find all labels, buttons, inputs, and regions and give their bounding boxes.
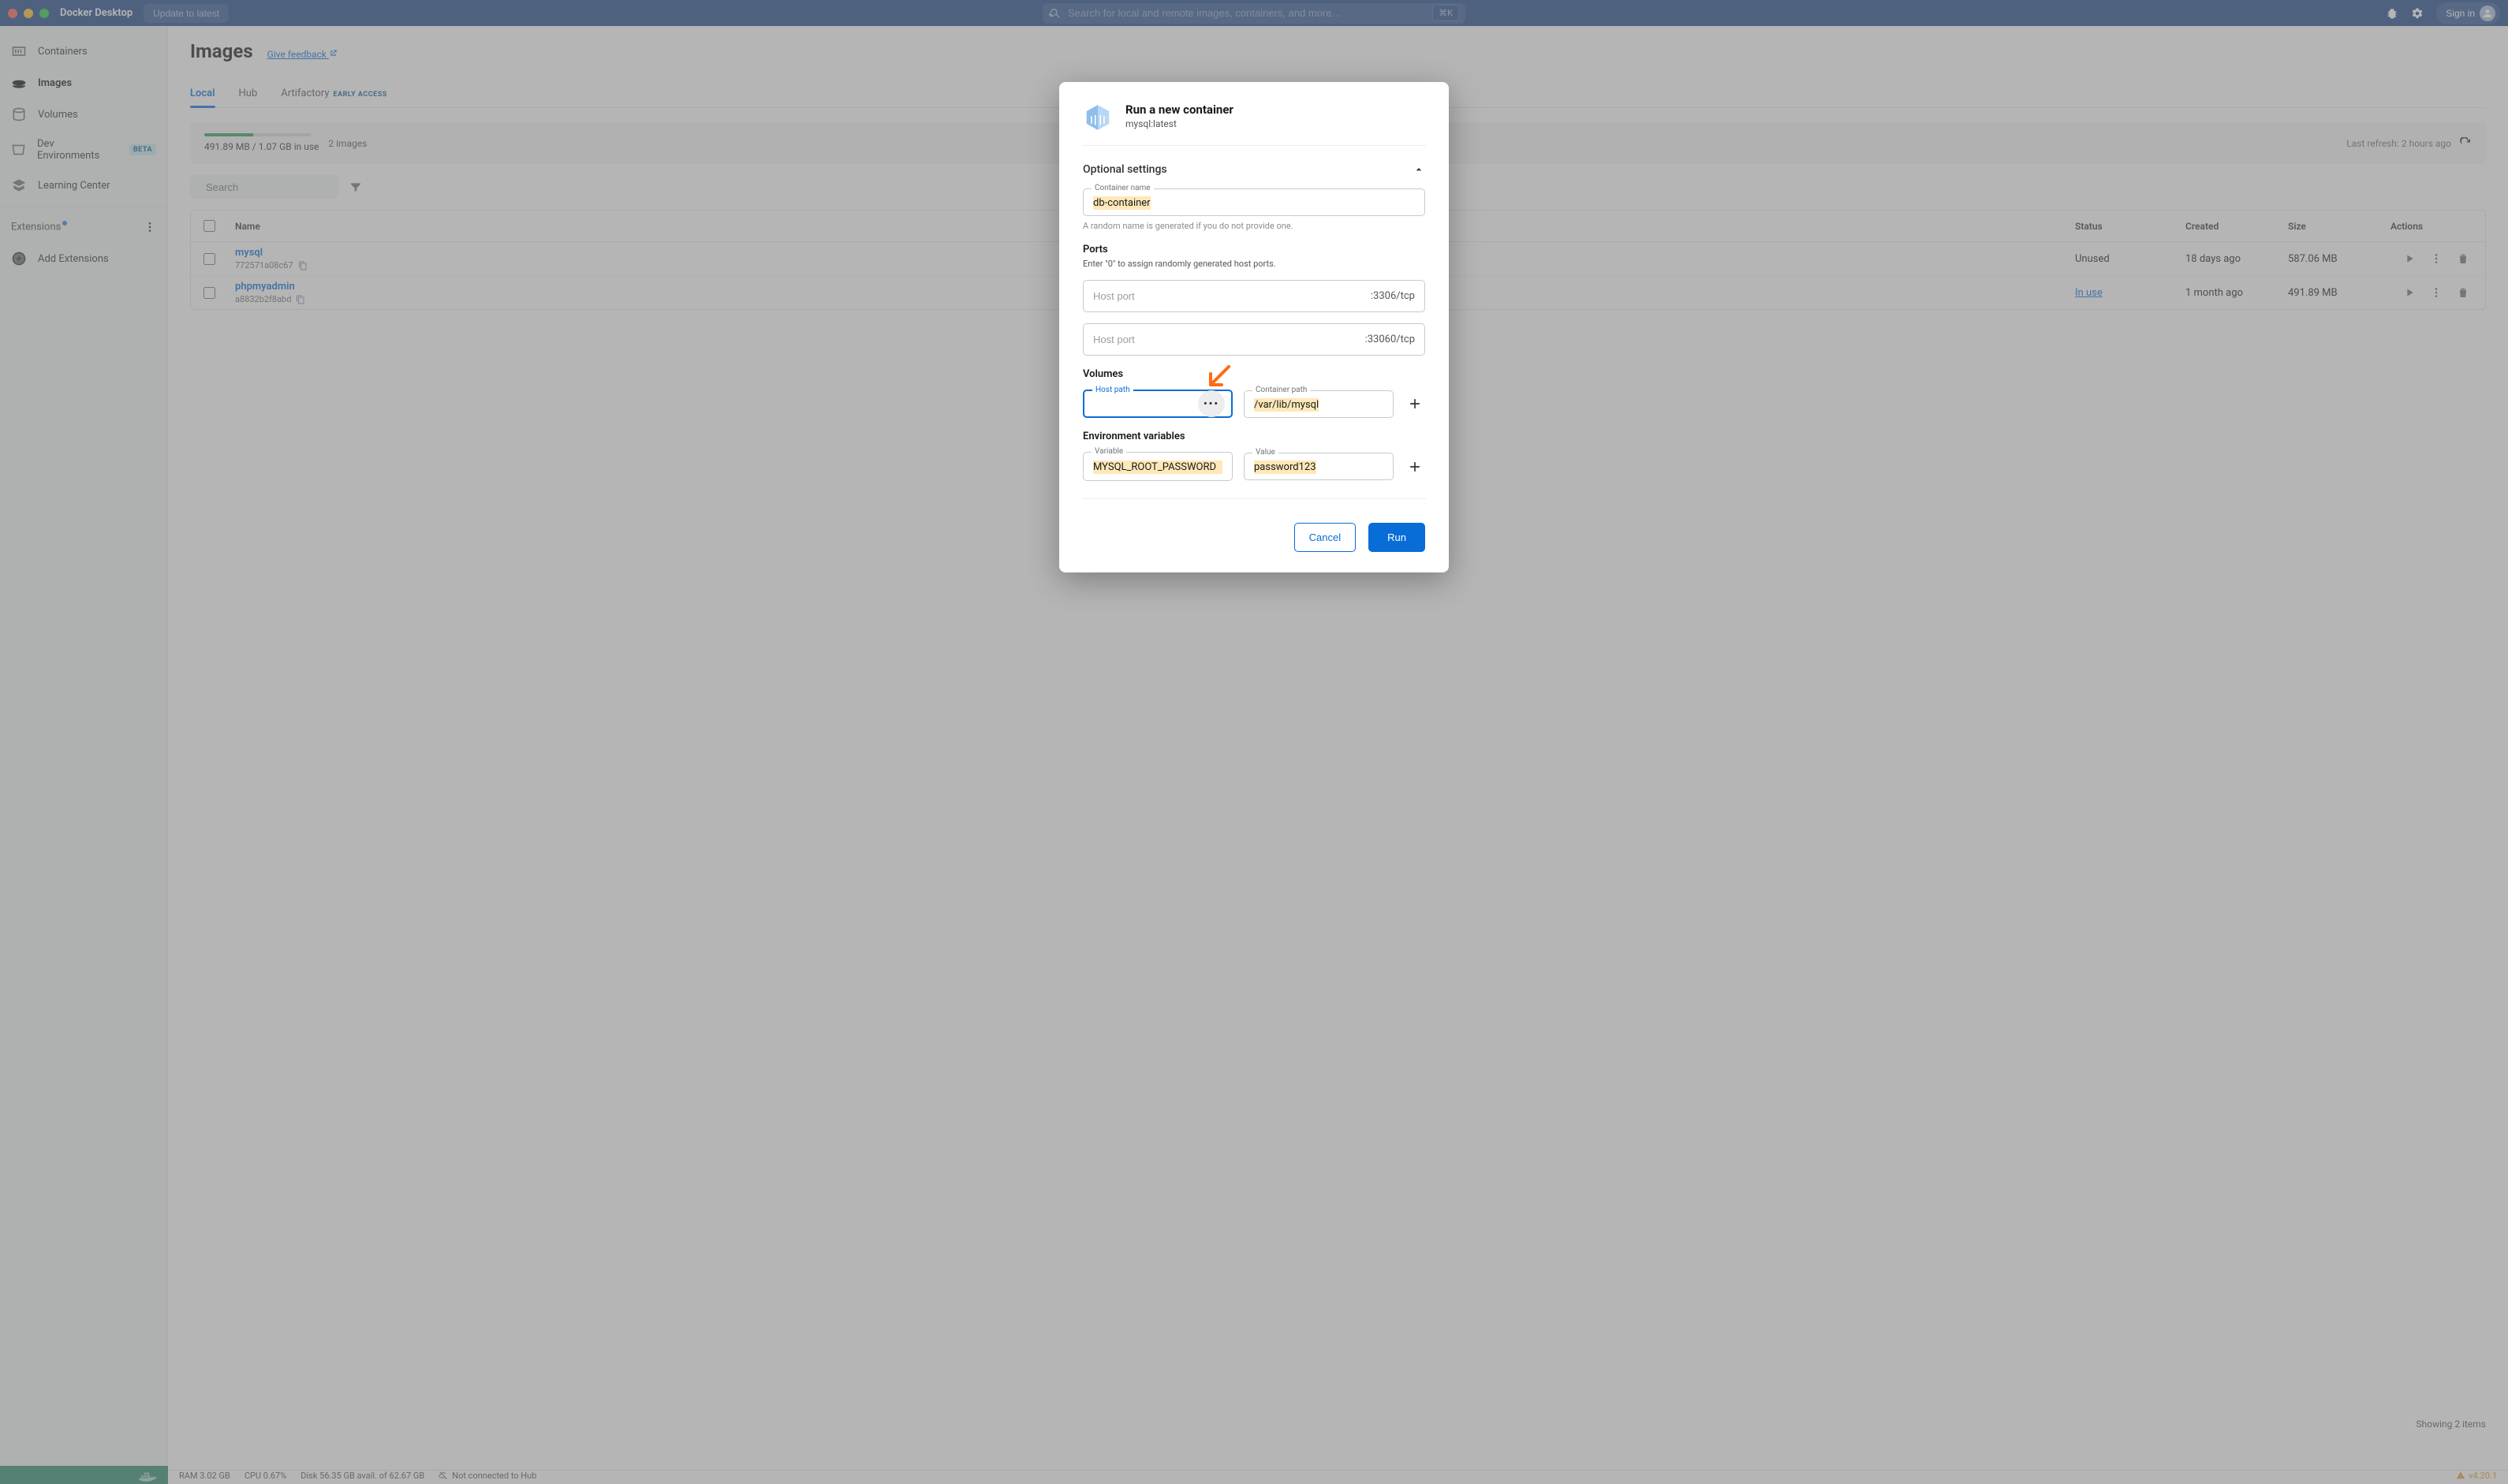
- host-port-field[interactable]: :3306/tcp: [1083, 280, 1425, 312]
- add-env-button[interactable]: [1405, 457, 1425, 477]
- browse-button[interactable]: •••: [1198, 390, 1225, 417]
- env-label: Environment variables: [1083, 431, 1425, 442]
- plus-icon: [1407, 396, 1423, 412]
- ports-label: Ports: [1083, 244, 1425, 255]
- ports-help: Enter "0" to assign randomly generated h…: [1083, 259, 1425, 269]
- container-name-value: db-container: [1093, 196, 1151, 210]
- host-port-input[interactable]: [1093, 290, 1371, 302]
- port-mapping: :3306/tcp: [1371, 290, 1415, 302]
- container-cube-icon: [1083, 103, 1113, 132]
- run-button[interactable]: Run: [1368, 523, 1425, 552]
- optional-settings-toggle[interactable]: Optional settings: [1083, 158, 1425, 181]
- host-port-field[interactable]: :33060/tcp: [1083, 323, 1425, 356]
- chevron-up-icon: [1413, 163, 1425, 176]
- cancel-button[interactable]: Cancel: [1294, 523, 1356, 552]
- env-value-field[interactable]: Value password123: [1244, 453, 1394, 480]
- container-path-field[interactable]: Container path /var/lib/mysql: [1244, 390, 1394, 418]
- run-container-modal: Run a new container mysql:latest Optiona…: [1059, 82, 1449, 572]
- env-variable-value: MYSQL_ROOT_PASSWORD: [1093, 460, 1222, 474]
- host-path-field[interactable]: Host path •••: [1083, 390, 1233, 418]
- add-volume-button[interactable]: [1405, 393, 1425, 414]
- port-mapping: :33060/tcp: [1365, 334, 1415, 345]
- host-port-input[interactable]: [1093, 334, 1365, 345]
- container-path-value: /var/lib/mysql: [1254, 398, 1319, 412]
- modal-subtitle: mysql:latest: [1125, 118, 1233, 129]
- volumes-label: Volumes: [1083, 368, 1425, 380]
- env-value-value: password123: [1254, 460, 1316, 474]
- plus-icon: [1407, 459, 1423, 475]
- modal-title: Run a new container: [1125, 103, 1233, 117]
- env-variable-field[interactable]: Variable MYSQL_ROOT_PASSWORD: [1083, 452, 1233, 481]
- container-name-field[interactable]: Container name db-container: [1083, 188, 1425, 216]
- modal-overlay[interactable]: Run a new container mysql:latest Optiona…: [0, 0, 2508, 1484]
- container-name-help: A random name is generated if you do not…: [1083, 221, 1425, 231]
